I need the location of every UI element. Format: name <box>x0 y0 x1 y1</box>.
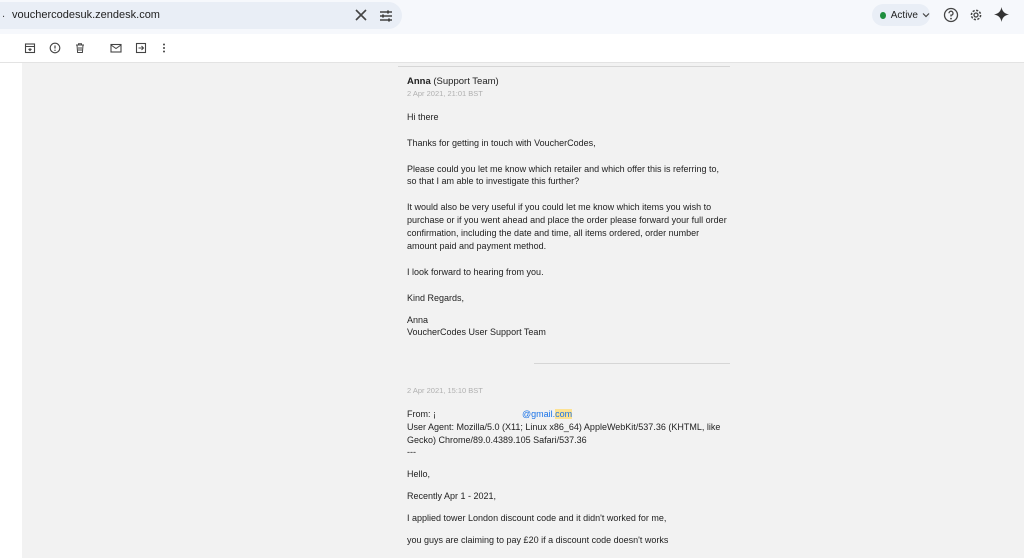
author-team: (Support Team) <box>433 76 499 87</box>
search-leading-glyph: . <box>2 8 6 20</box>
from-line: From: ¡ @gmail.com <box>407 408 737 420</box>
paragraph: Recently Apr 1 - 2021, <box>407 491 497 501</box>
divider <box>534 363 730 364</box>
message-toolbar <box>0 34 1024 63</box>
message-date: 2 Apr 2021, 21:01 BST <box>407 89 483 98</box>
signoff: Kind Regards, <box>407 293 465 303</box>
move-to-icon[interactable] <box>135 42 147 54</box>
paragraph-line: purchase or if you went ahead and place … <box>407 215 727 225</box>
author-name: Anna <box>407 76 431 87</box>
from-email[interactable]: @gmail. <box>522 409 555 419</box>
message-date: 2 Apr 2021, 15:10 BST <box>407 386 483 395</box>
from-label: From: ¡ <box>407 409 436 419</box>
paragraph: I look forward to hearing from you. <box>407 267 544 277</box>
paragraph-line: so that I am able to investigate this fu… <box>407 176 580 186</box>
separator-text: --- <box>407 447 416 457</box>
status-dot <box>880 11 886 19</box>
signature-team: VoucherCodes User Support Team <box>407 327 546 337</box>
archive-icon[interactable] <box>24 42 36 54</box>
search-box[interactable]: . vouchercodesuk.zendesk.com <box>0 2 402 29</box>
paragraph: you guys are claiming to pay £20 if a di… <box>407 535 669 545</box>
from-email-highlight[interactable]: com <box>555 409 573 419</box>
more-options-icon[interactable] <box>158 42 170 54</box>
signature-name: Anna <box>407 315 429 325</box>
report-spam-icon[interactable] <box>49 42 61 54</box>
divider <box>398 66 730 67</box>
paragraph: Thanks for getting in touch with Voucher… <box>407 138 596 148</box>
paragraph: I applied tower London discount code and… <box>407 513 667 523</box>
chevron-down-icon <box>922 11 930 19</box>
paragraph-line: confirmation, including the date and tim… <box>407 228 700 238</box>
search-options-icon[interactable] <box>378 8 394 24</box>
search-input[interactable]: vouchercodesuk.zendesk.com <box>12 9 160 21</box>
mark-unread-icon[interactable] <box>110 42 122 54</box>
paragraph-line: It would also be very useful if you coul… <box>407 202 712 212</box>
delete-icon[interactable] <box>74 42 86 54</box>
greeting: Hi there <box>407 112 439 122</box>
hello-line: Hello, <box>407 469 431 479</box>
message-content: Anna (Support Team) 2 Apr 2021, 21:01 BS… <box>22 63 1024 558</box>
top-bar: . vouchercodesuk.zendesk.com Active <box>0 0 1024 31</box>
help-icon[interactable] <box>943 7 959 23</box>
close-icon[interactable] <box>354 7 368 23</box>
gemini-spark-icon[interactable] <box>993 6 1010 23</box>
status-label: Active <box>890 9 918 21</box>
gear-icon[interactable] <box>968 7 984 23</box>
paragraph-line: amount paid and payment method. <box>407 241 547 251</box>
left-gutter <box>0 63 22 558</box>
user-agent-line: User Agent: Mozilla/5.0 (X11; Linux x86_… <box>407 422 721 432</box>
status-toggle[interactable]: Active <box>872 4 930 26</box>
message-author: Anna (Support Team) <box>407 76 737 88</box>
user-agent-line: Gecko) Chrome/89.0.4389.105 Safari/537.3… <box>407 435 587 445</box>
paragraph-line: Please could you let me know which retai… <box>407 164 719 174</box>
